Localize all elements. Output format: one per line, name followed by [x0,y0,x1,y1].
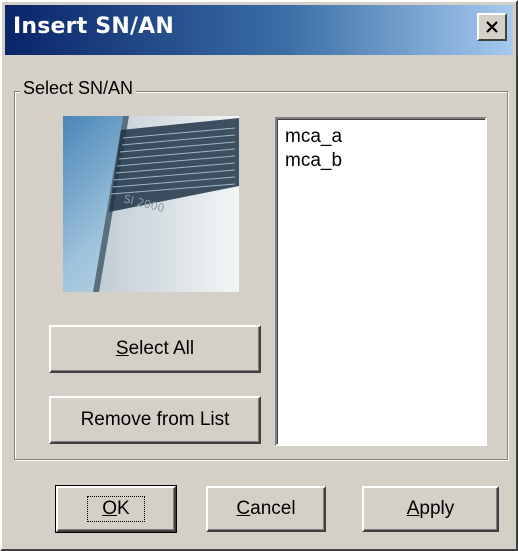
list-item[interactable]: mca_b [285,149,485,173]
apply-mnemonic: A [406,498,420,519]
groupbox-label: Select SN/AN [20,78,137,99]
sn-an-listbox[interactable]: mca_a mca_b [275,117,487,446]
close-button[interactable] [477,13,507,41]
ok-mnemonic: O [102,498,118,519]
select-all-button[interactable]: Select All [49,325,261,373]
cancel-label: ancel [250,498,296,519]
select-all-mnemonic: S [115,338,129,359]
title-bar[interactable]: Insert SN/AN [5,5,513,55]
cancel-button[interactable]: Cancel [206,486,326,532]
select-all-label: elect All [128,338,195,359]
remove-from-list-button[interactable]: Remove from List [49,396,261,444]
apply-button[interactable]: Apply [362,486,499,532]
ok-focus-rect: OK [87,496,145,522]
apply-label: pply [419,498,455,519]
insert-sn-an-dialog: Insert SN/AN Select SN/AN SI 2000 mca_a … [0,0,518,551]
ok-label: K [117,498,130,519]
cancel-mnemonic: C [236,498,251,519]
remove-from-list-label: Remove from List [80,409,230,430]
window-title: Insert SN/AN [13,14,175,39]
list-item[interactable]: mca_a [285,125,485,149]
device-preview-image: SI 2000 [63,116,239,292]
close-icon [486,21,498,33]
ok-button[interactable]: OK [55,485,177,533]
